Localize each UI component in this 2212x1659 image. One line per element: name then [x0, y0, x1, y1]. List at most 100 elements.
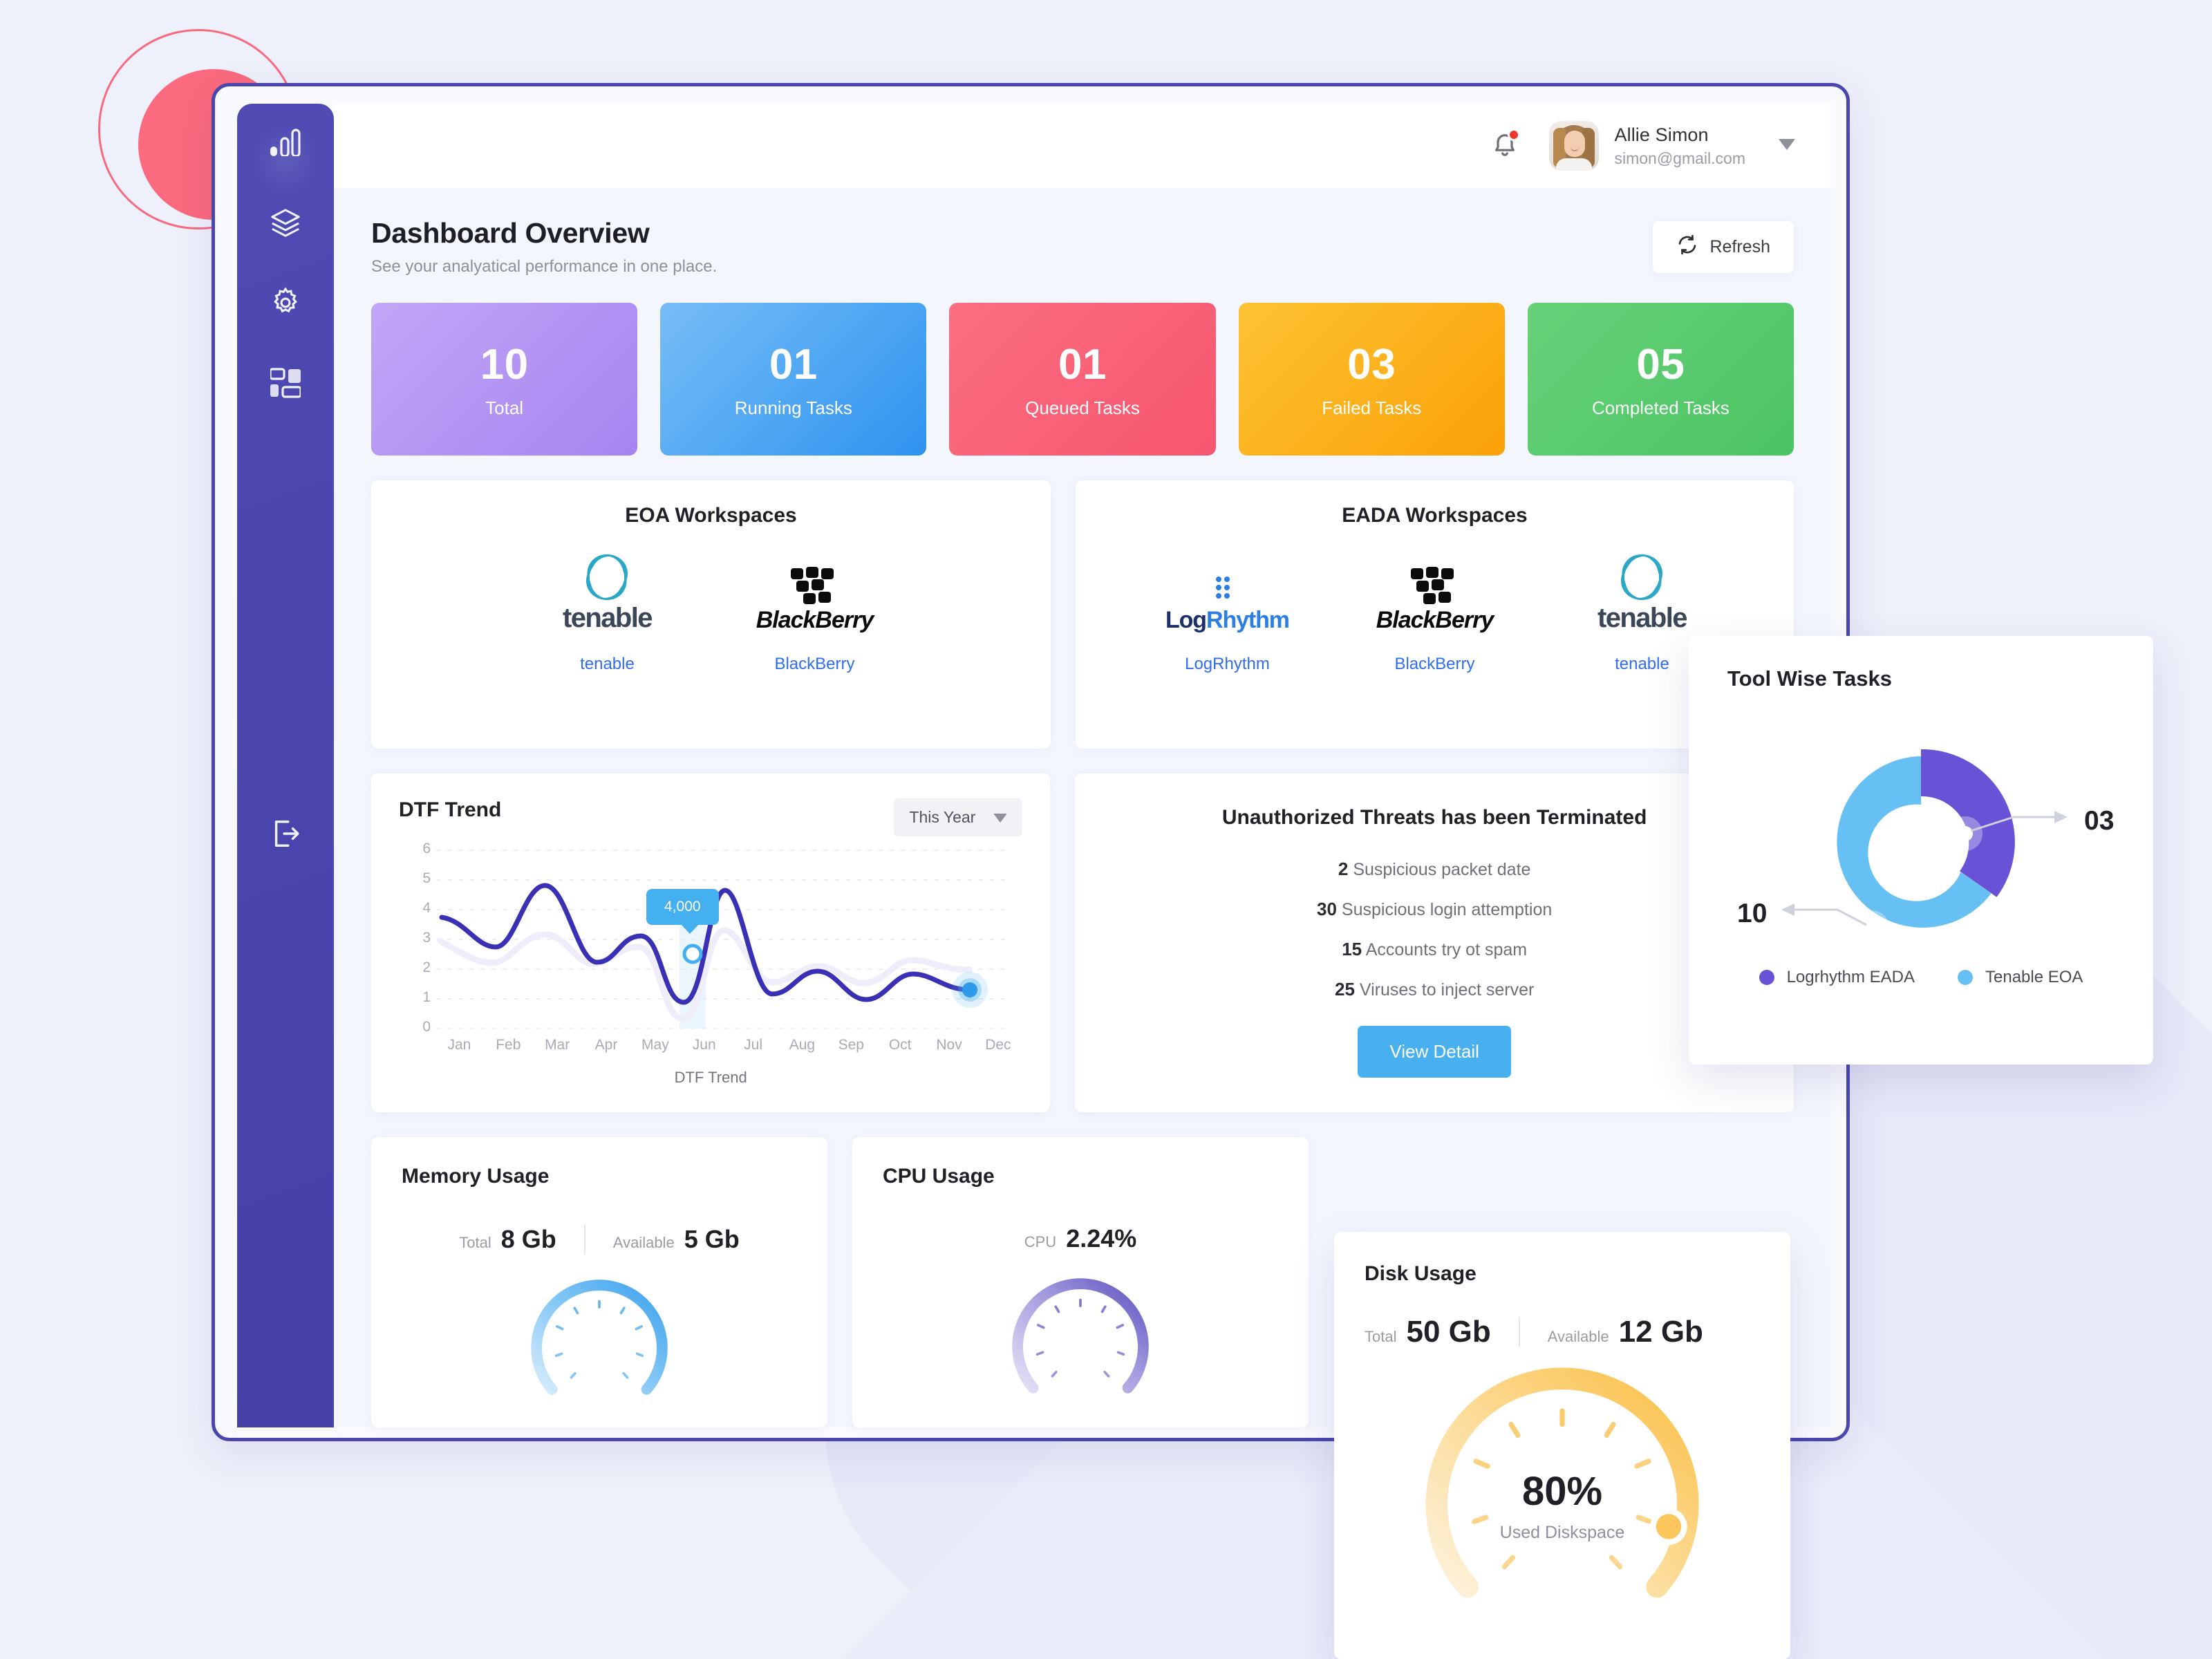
- workspace-label: tenable: [580, 655, 635, 673]
- tool-wise-donut-chart: 03 10: [1689, 695, 2153, 986]
- x-tick: Aug: [789, 1037, 816, 1053]
- page-root: Allie Simon simon@gmail.com Dashboard Ov…: [0, 0, 2212, 1659]
- logout-icon: [270, 818, 301, 853]
- cpu-gauge: [883, 1274, 1278, 1412]
- tool-wise-tasks-title: Tool Wise Tasks: [1727, 666, 1893, 691]
- workspace-label: tenable: [1615, 655, 1669, 673]
- dtf-trend-card: DTF Trend This Year 6 5 4 3 2 1 0 4,000 …: [371, 774, 1051, 1112]
- sidebar-item-logout[interactable]: [237, 795, 334, 875]
- notifications-button[interactable]: [1491, 128, 1521, 162]
- dtf-range-select[interactable]: This Year: [894, 798, 1023, 836]
- threat-count: 2: [1338, 858, 1349, 879]
- eoa-workspaces-card: EOA Workspaces tenable tenable BlackBerr…: [371, 480, 1051, 749]
- x-tick: Oct: [888, 1037, 912, 1053]
- disk-available-value: 12 Gb: [1618, 1315, 1703, 1349]
- memory-available-value: 5 Gb: [684, 1225, 740, 1253]
- disk-total-value: 50 Gb: [1406, 1315, 1491, 1349]
- threat-text: Suspicious packet date: [1353, 859, 1531, 879]
- mid-row: DTF Trend This Year 6 5 4 3 2 1 0 4,000 …: [371, 774, 1794, 1112]
- divider: [583, 1224, 585, 1255]
- notification-badge: [1508, 128, 1521, 141]
- refresh-label: Refresh: [1709, 237, 1770, 256]
- x-tick: Sep: [838, 1037, 864, 1053]
- refresh-button[interactable]: Refresh: [1653, 221, 1794, 273]
- dtf-tooltip: 4,000: [646, 889, 719, 934]
- workspace-item-logrhythm[interactable]: LogRhythm LogRhythm: [1123, 556, 1331, 674]
- layers-icon: [270, 207, 301, 241]
- user-email: simon@gmail.com: [1614, 149, 1745, 167]
- dtf-trend-chart: 6 5 4 3 2 1 0 4,000 Jan Feb Mar Apr May …: [399, 841, 1022, 1086]
- stat-label: Queued Tasks: [1025, 397, 1140, 418]
- workspace-item-blackberry[interactable]: BlackBerry BlackBerry: [1331, 556, 1538, 674]
- eoa-workspaces-title: EOA Workspaces: [625, 504, 797, 527]
- cpu-value: 2.24%: [1066, 1224, 1137, 1253]
- threat-item: 25 Viruses to inject server: [1116, 979, 1752, 1000]
- stat-label: Total: [485, 397, 524, 418]
- sidebar-item-dashboard[interactable]: [237, 344, 334, 424]
- disk-percent: 80%: [1521, 1469, 1603, 1514]
- threat-text: Accounts try ot spam: [1365, 939, 1528, 959]
- user-name: Allie Simon: [1614, 124, 1709, 145]
- threat-item: 15 Accounts try ot spam: [1116, 939, 1752, 960]
- sidebar-item-settings[interactable]: [237, 264, 334, 344]
- refresh-icon: [1676, 234, 1698, 261]
- x-tick: Jul: [744, 1037, 763, 1053]
- stat-label: Failed Tasks: [1322, 397, 1422, 418]
- cpu-usage-title: CPU Usage: [883, 1165, 995, 1188]
- workspaces-row: EOA Workspaces tenable tenable BlackBerr…: [371, 480, 1794, 749]
- user-menu[interactable]: Allie Simon simon@gmail.com: [1549, 121, 1795, 171]
- logrhythm-logo: LogRhythm: [1165, 577, 1290, 634]
- workspace-item-blackberry[interactable]: BlackBerry BlackBerry: [711, 556, 918, 674]
- stat-label: Running Tasks: [734, 397, 852, 418]
- grid-dashboard-icon: [269, 367, 302, 402]
- disk-gauge: 80% Used Diskspace: [1365, 1359, 1760, 1635]
- disk-caption: Used Diskspace: [1499, 1523, 1625, 1542]
- disk-available-label: Available: [1547, 1328, 1609, 1345]
- stat-value: 03: [1347, 340, 1396, 388]
- view-detail-button[interactable]: View Detail: [1358, 1025, 1511, 1078]
- dtf-x-axis: Jan Feb Mar Apr May Jun Jul Aug Sep Oct …: [435, 1037, 1022, 1053]
- disk-usage-title: Disk Usage: [1365, 1262, 1477, 1285]
- sidebar: [237, 104, 334, 1427]
- stat-card-queued-tasks[interactable]: 01 Queued Tasks: [949, 303, 1216, 456]
- tenable-logo: tenable: [1597, 547, 1687, 634]
- disk-total-label: Total: [1365, 1328, 1397, 1345]
- stat-card-failed-tasks[interactable]: 03 Failed Tasks: [1238, 303, 1505, 456]
- threat-text: Viruses to inject server: [1359, 980, 1535, 1000]
- stat-card-completed-tasks[interactable]: 05 Completed Tasks: [1527, 303, 1794, 456]
- threat-text: Suspicious login attemption: [1341, 899, 1553, 919]
- dtf-tooltip-value: 4,000: [664, 899, 701, 915]
- chevron-down-icon[interactable]: [1779, 138, 1795, 153]
- workspace-item-tenable[interactable]: tenable tenable: [503, 547, 711, 674]
- page-subtitle: See your analyatical performance in one …: [371, 257, 718, 276]
- page-header: Dashboard Overview See your analyatical …: [371, 217, 1794, 276]
- stat-card-total[interactable]: 10 Total: [371, 303, 638, 456]
- workspace-label: BlackBerry: [774, 655, 855, 673]
- memory-total-value: 8 Gb: [500, 1225, 556, 1253]
- analytics-bars-icon: [270, 128, 301, 160]
- chevron-down-icon: [993, 808, 1008, 827]
- memory-usage-card: Memory Usage Total 8 Gb Available 5 Gb: [371, 1137, 827, 1427]
- threat-item: 2 Suspicious packet date: [1116, 859, 1752, 880]
- tenable-logo: tenable: [563, 547, 653, 634]
- memory-available-label: Available: [612, 1234, 675, 1251]
- dtf-range-value: This Year: [909, 808, 976, 826]
- stat-card-running-tasks[interactable]: 01 Running Tasks: [660, 303, 927, 456]
- stat-value: 10: [480, 340, 529, 388]
- workspace-label: BlackBerry: [1394, 655, 1475, 673]
- dtf-trend-plot: [436, 850, 1011, 1029]
- stat-value: 01: [769, 340, 818, 388]
- divider: [1518, 1317, 1520, 1347]
- x-tick: May: [641, 1037, 669, 1053]
- x-tick: Jun: [692, 1037, 716, 1053]
- cpu-label: CPU: [1024, 1233, 1057, 1250]
- dtf-trend-title: DTF Trend: [399, 798, 502, 821]
- threats-list: 2 Suspicious packet date 30 Suspicious l…: [1116, 859, 1752, 1000]
- blackberry-logo: BlackBerry: [1376, 567, 1494, 634]
- threat-item: 30 Suspicious login attemption: [1116, 899, 1752, 920]
- cpu-usage-card: CPU Usage CPU 2.24%: [852, 1137, 1309, 1427]
- x-tick: Apr: [594, 1037, 618, 1053]
- donut-value-tenable: 10: [1737, 899, 1768, 928]
- top-bar: Allie Simon simon@gmail.com: [334, 104, 1831, 188]
- blackberry-logo: BlackBerry: [756, 567, 874, 634]
